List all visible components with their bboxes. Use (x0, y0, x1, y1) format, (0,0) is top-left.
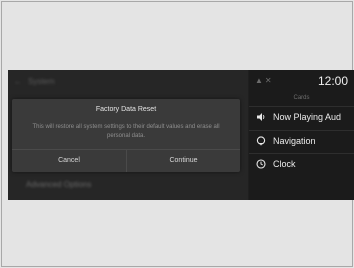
card-label: Clock (273, 159, 296, 169)
signal-icon: ▲ (255, 76, 265, 85)
speaker-icon (257, 113, 265, 121)
infotainment-screen: ← System Advanced Options Factory Data Re… (8, 70, 354, 200)
no-bluetooth-icon: ✕ (264, 76, 274, 85)
cancel-button[interactable]: Cancel (12, 150, 126, 172)
status-icons: ▲✕ (255, 76, 274, 85)
factory-reset-dialog: Factory Data Reset This will restore all… (12, 99, 240, 172)
card-now-playing[interactable]: Now Playing Aud (249, 106, 354, 129)
dialog-message: This will restore all system settings to… (32, 124, 220, 139)
settings-row-advanced[interactable]: Advanced Options (26, 180, 91, 189)
dialog-title: Factory Data Reset (95, 106, 157, 113)
card-label: Navigation (273, 136, 316, 146)
settings-header: ← System (14, 77, 55, 86)
clock-icon (256, 159, 266, 169)
settings-header-title: System (28, 77, 55, 86)
card-clock[interactable]: Clock (249, 153, 354, 176)
settings-pane: ← System Advanced Options Factory Data Re… (8, 70, 248, 200)
navigation-pin-icon (256, 136, 266, 146)
back-arrow-icon[interactable]: ← (14, 77, 22, 86)
cards-title: Cards (293, 95, 310, 101)
card-label: Now Playing Aud (273, 112, 342, 122)
continue-button[interactable]: Continue (127, 150, 240, 172)
status-clock: 12:00 (317, 74, 348, 88)
cards-panel: ▲✕ 12:00 Cards Now Playing Aud Navigatio… (249, 70, 354, 200)
card-navigation[interactable]: Navigation (249, 130, 354, 153)
